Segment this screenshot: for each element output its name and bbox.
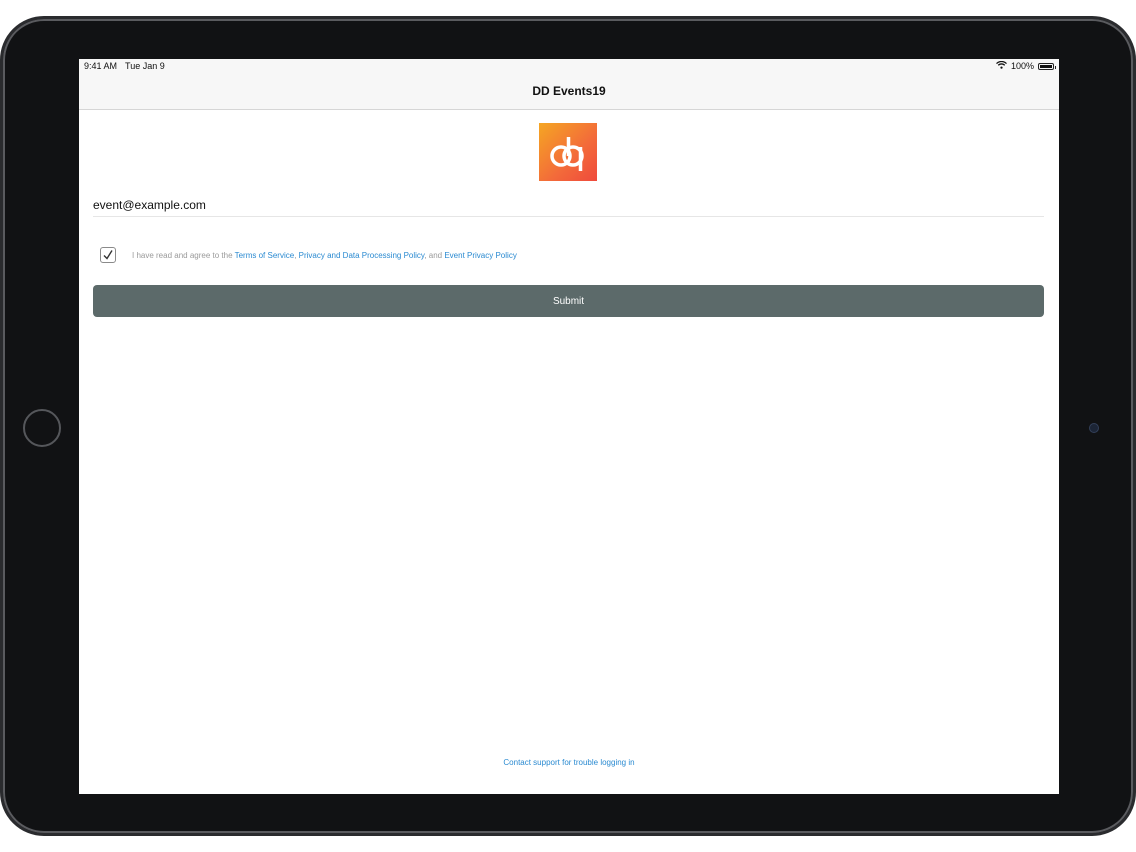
navigation-bar: 9:41 AM Tue Jan 9 100% DD Events19 [79, 59, 1059, 110]
battery-icon [1038, 62, 1056, 70]
submit-button[interactable]: Submit [93, 285, 1044, 317]
dd-logo-icon [539, 123, 597, 181]
status-date: Tue Jan 9 [125, 61, 165, 71]
privacy-policy-link[interactable]: Privacy and Data Processing Policy [299, 251, 425, 260]
terms-checkbox[interactable] [100, 247, 116, 263]
terms-separator-and: , and [424, 250, 445, 260]
wifi-icon [996, 60, 1007, 71]
battery-percent: 100% [1010, 61, 1034, 71]
terms-text: I have read and agree to the Terms of Se… [132, 251, 517, 260]
event-privacy-policy-link[interactable]: Event Privacy Policy [444, 251, 516, 260]
terms-agreement: I have read and agree to the Terms of Se… [100, 246, 517, 264]
home-button[interactable] [23, 409, 61, 447]
contact-support-link[interactable]: Contact support for trouble logging in [79, 758, 1059, 767]
email-field[interactable]: event@example.com [93, 198, 1044, 217]
status-time: 9:41 AM [84, 61, 118, 71]
checkmark-icon [103, 250, 113, 260]
terms-prefix: I have read and agree to the [132, 250, 235, 260]
page-title: DD Events19 [532, 84, 606, 98]
app-screen: 9:41 AM Tue Jan 9 100% DD Events19 event… [79, 59, 1059, 794]
front-camera [1089, 423, 1099, 433]
terms-of-service-link[interactable]: Terms of Service [235, 251, 295, 260]
status-bar: 9:41 AM Tue Jan 9 100% [79, 59, 1059, 75]
